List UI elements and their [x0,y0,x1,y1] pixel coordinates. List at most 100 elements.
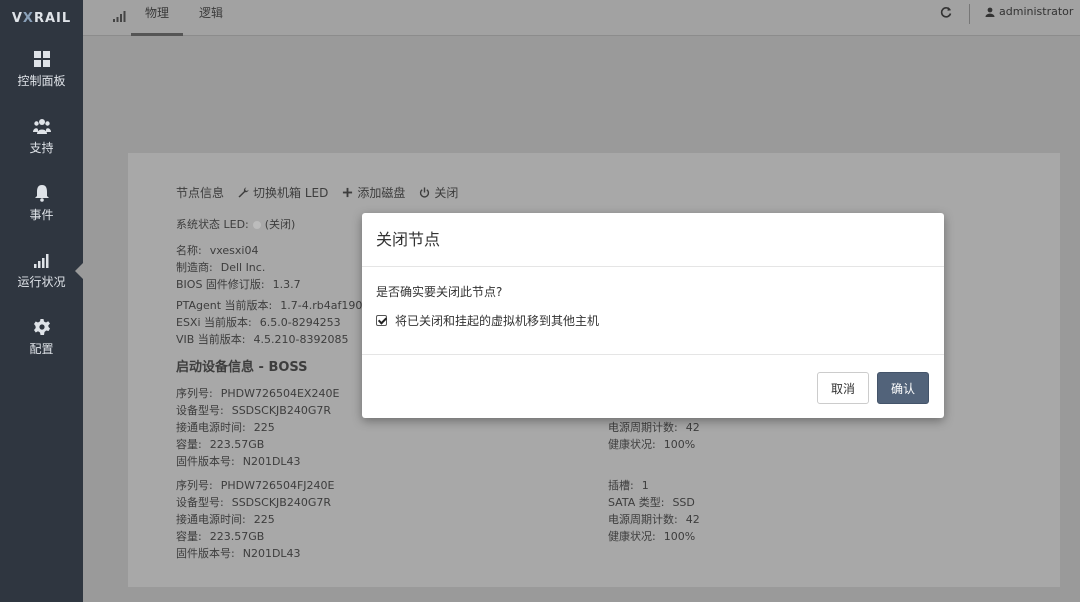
toggle-led-label: 切换机箱 LED [253,186,329,200]
disk-cycles-label: 电源周期计数: [608,421,678,434]
disk-power-on-row: 接通电源时间: 225 [176,419,275,435]
boot-device-title: 启动设备信息 - BOSS [176,360,308,375]
shutdown-label: 关闭 [434,186,459,200]
sidebar-item-label: 配置 [29,342,54,356]
disk-firmware-label: 固件版本号: [176,455,235,468]
led-indicator [252,221,261,229]
disk-model: SSDSCKJB240G7R [231,404,331,417]
vendor-label: 制造商: [176,261,213,274]
disk-cycles: 42 [685,513,700,526]
disk-serial: PHDW726504FJ240E [220,479,335,492]
sidebar: V X RAIL 控制面板 支持 事件 运行状况 配置 [0,0,83,602]
ptagent-value: 1.7-4.rb4af190 [280,299,363,312]
name-row: 名称: vxesxi04 [176,242,258,258]
disk-cycles-label: 电源周期计数: [608,513,678,526]
disk-power-on: 225 [253,513,275,526]
node-info-title: 节点信息 [176,186,225,200]
sidebar-item-health[interactable]: 运行状况 [0,237,83,304]
disk-serial-label: 序列号: [176,387,213,400]
logo-x: X [22,10,34,26]
logo-suffix: RAIL [33,10,72,26]
cancel-button[interactable]: 取消 [817,372,869,404]
esxi-value: 6.5.0-8294253 [259,316,341,329]
bios-row: BIOS 固件修订版: 1.3.7 [176,276,301,292]
disk-power-on-row: 接通电源时间: 225 [176,511,275,527]
bios-label: BIOS 固件修订版: [176,278,265,291]
disk-serial-row: 序列号: PHDW726504EX240E [176,385,339,401]
tab-logical[interactable]: 逻辑 [185,0,237,36]
user-menu[interactable]: administrator [985,5,1073,18]
disk-sata-row: SATA 类型: SSD [608,494,695,510]
signal-icon [113,11,126,22]
disk-power-on: 225 [253,421,275,434]
disk-serial: PHDW726504EX240E [220,387,340,400]
vendor-row: 制造商: Dell Inc. [176,259,265,275]
refresh-icon[interactable] [940,6,952,18]
disk-health-label: 健康状况: [608,438,656,451]
disk-sata: SSD [672,496,695,509]
migrate-vms-checkbox[interactable] [376,315,387,326]
add-disk-label: 添加磁盘 [357,186,406,200]
name-value: vxesxi04 [209,244,259,257]
dialog-question: 是否确实要关闭此节点? [376,285,503,299]
sidebar-item-dashboard[interactable]: 控制面板 [0,36,83,103]
username: administrator [999,5,1074,18]
disk-capacity: 223.57GB [209,530,265,543]
dialog-title: 关闭节点 [362,213,944,267]
vendor-value: Dell Inc. [220,261,266,274]
disk-serial-label: 序列号: [176,479,213,492]
node-toolbar: 节点信息 切换机箱 LED 添加磁盘 关闭 [176,184,472,201]
system-led-row: 系统状态 LED: (关闭) [176,216,295,232]
logo-prefix: V [11,10,23,26]
sidebar-item-label: 运行状况 [17,275,66,289]
ptagent-label: PTAgent 当前版本: [176,299,273,312]
disk-slot: 1 [641,479,649,492]
sidebar-item-support[interactable]: 支持 [0,103,83,170]
name-label: 名称: [176,244,202,257]
dialog-footer: 取消 确认 [817,372,929,404]
migrate-vms-option[interactable]: 将已关闭和挂起的虚拟机移到其他主机 [376,312,930,329]
disk-model-row: 设备型号: SSDSCKJB240G7R [176,494,331,510]
disk-firmware-label: 固件版本号: [176,547,235,560]
disk-health: 100% [663,438,696,451]
shutdown-node-dialog: 关闭节点 是否确实要关闭此节点? 将已关闭和挂起的虚拟机移到其他主机 取消 确认 [362,213,944,418]
confirm-button[interactable]: 确认 [877,372,929,404]
sidebar-item-events[interactable]: 事件 [0,170,83,237]
topbar-divider [969,4,970,24]
disk-firmware: N201DL43 [242,547,301,560]
disk-health-label: 健康状况: [608,530,656,543]
disk-slot-row: 插槽: 1 [608,477,649,493]
disk-firmware-row: 固件版本号: N201DL43 [176,453,301,469]
disk-cycles-row: 电源周期计数: 42 [608,511,700,527]
users-icon [32,119,51,134]
logo: V X RAIL [0,0,83,36]
disk-model: SSDSCKJB240G7R [231,496,331,509]
sidebar-item-label: 事件 [29,208,54,222]
esxi-label: ESXi 当前版本: [176,316,252,329]
top-bar: 物理 逻辑 administrator [83,0,1080,36]
disk-capacity-label: 容量: [176,438,202,451]
disk-capacity-row: 容量: 223.57GB [176,436,264,452]
vib-value: 4.5.210-8392085 [253,333,349,346]
disk-sata-label: SATA 类型: [608,496,665,509]
disk-model-row: 设备型号: SSDSCKJB240G7R [176,402,331,418]
sidebar-item-label: 控制面板 [17,74,66,88]
disk-capacity-row: 容量: 223.57GB [176,528,264,544]
dialog-body: 是否确实要关闭此节点? 将已关闭和挂起的虚拟机移到其他主机 [362,267,944,355]
add-disk-button[interactable]: 添加磁盘 [342,184,405,201]
disk-capacity: 223.57GB [209,438,265,451]
gear-icon [33,319,50,335]
disk-cycles-row: 电源周期计数: 42 [608,419,700,435]
ptagent-row: PTAgent 当前版本: 1.7-4.rb4af190 [176,297,362,313]
wrench-icon [238,187,249,198]
toggle-led-button[interactable]: 切换机箱 LED [238,184,328,201]
disk-model-label: 设备型号: [176,496,224,509]
vib-label: VIB 当前版本: [176,333,246,346]
disk-slot-label: 插槽: [608,479,634,492]
sidebar-item-config[interactable]: 配置 [0,304,83,371]
plus-icon [343,187,353,198]
tab-physical[interactable]: 物理 [131,0,184,36]
shutdown-button[interactable]: 关闭 [419,184,458,201]
dashboard-icon [33,51,50,67]
disk-capacity-label: 容量: [176,530,202,543]
